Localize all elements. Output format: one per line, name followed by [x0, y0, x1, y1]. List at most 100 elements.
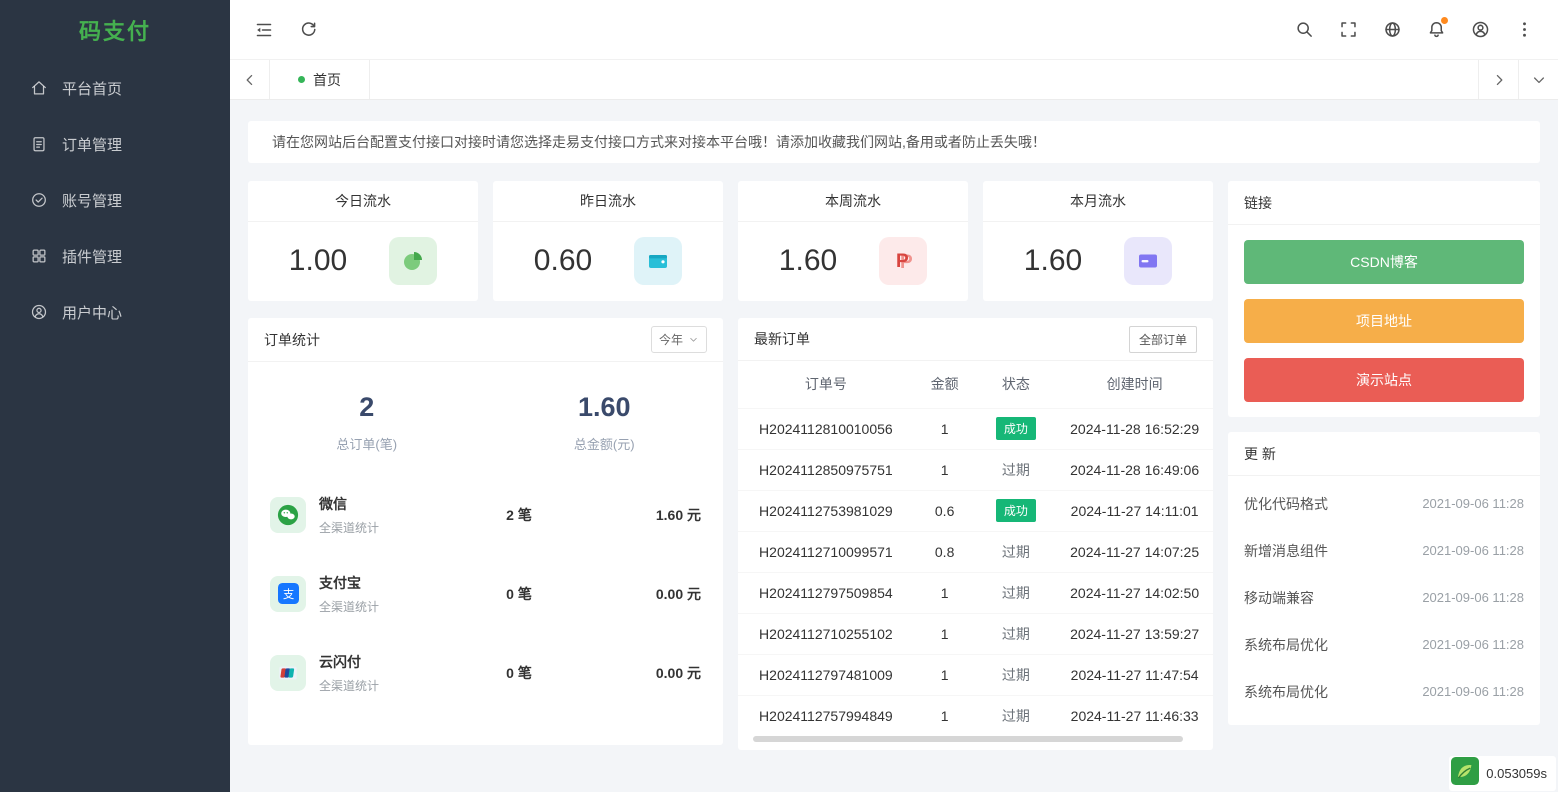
status-badge: 成功: [996, 499, 1036, 522]
year-filter-select[interactable]: 今年: [651, 326, 707, 353]
tabbar-spacer: [370, 60, 1478, 99]
channel-amount: 0.00 元: [609, 663, 701, 683]
sidebar-item-user-center[interactable]: 用户中心: [0, 284, 230, 340]
table-row[interactable]: H2024112710255102 1 过期 2024-11-27 13:59:…: [738, 613, 1213, 654]
more-icon[interactable]: [1502, 8, 1546, 52]
pie-chart-icon: [389, 237, 437, 285]
stat-card-yesterday: 昨日流水 0.60: [493, 181, 723, 301]
updates-list: 优化代码格式 2021-09-06 11:28 新增消息组件 2021-09-0…: [1228, 476, 1540, 725]
order-icon: [30, 135, 48, 153]
panel-title: 订单统计: [264, 330, 320, 350]
update-date: 2021-09-06 11:28: [1422, 496, 1524, 511]
sidebar-item-label: 账号管理: [62, 190, 122, 211]
column-header: 创建时间: [1056, 361, 1213, 408]
tab-home[interactable]: 首页: [270, 60, 370, 99]
alipay-icon: 支: [270, 576, 306, 612]
table-row[interactable]: H2024112797481009 1 过期 2024-11-27 11:47:…: [738, 654, 1213, 695]
channel-row-unionpay: 云闪付 全渠道统计 0 笔 0.00 元: [270, 633, 701, 712]
unionpay-icon: [270, 655, 306, 691]
tabs-menu-chevron-down-icon[interactable]: [1518, 60, 1558, 99]
channel-row-alipay: 支 支付宝 全渠道统计 0 笔 0.00 元: [270, 554, 701, 633]
all-orders-button[interactable]: 全部订单: [1129, 326, 1197, 353]
chevron-down-icon: [688, 334, 699, 345]
bank-card-icon: [1124, 237, 1172, 285]
total-orders-value: 2: [248, 392, 486, 423]
update-label: 优化代码格式: [1244, 494, 1328, 514]
order-time: 2024-11-28 16:52:29: [1056, 408, 1213, 449]
render-timer: 0.053059s: [1449, 756, 1556, 791]
channel-count: 0 笔: [429, 584, 609, 604]
update-label: 移动端兼容: [1244, 588, 1314, 608]
app-logo: 码支付: [0, 0, 230, 60]
leaf-logo-icon: [1451, 757, 1479, 790]
order-amount: 0.8: [914, 531, 976, 572]
order-id: H2024112797481009: [738, 654, 914, 695]
list-item: 系统布局优化 2021-09-06 11:28: [1244, 621, 1524, 668]
user-icon[interactable]: [1458, 8, 1502, 52]
refresh-icon[interactable]: [286, 8, 330, 52]
panel-title: 更 新: [1244, 444, 1276, 464]
language-globe-icon[interactable]: [1370, 8, 1414, 52]
order-status: 成功: [976, 408, 1057, 449]
table-row[interactable]: H2024112710099571 0.8 过期 2024-11-27 14:0…: [738, 531, 1213, 572]
topbar: [230, 0, 1558, 60]
order-id: H2024112850975751: [738, 449, 914, 490]
orders-tbody: H2024112810010056 1 成功 2024-11-28 16:52:…: [738, 408, 1213, 736]
tabs-scroll-left-icon[interactable]: [230, 60, 270, 99]
sidebar-menu: 平台首页 订单管理 账号管理 插件管理 用户中心: [0, 60, 230, 340]
demo-site-button[interactable]: 演示站点: [1244, 358, 1524, 402]
stat-title: 本周流水: [738, 181, 968, 222]
wallet-icon: [634, 237, 682, 285]
stat-value: 1.60: [779, 244, 837, 278]
orders-table: 订单号 金额 状态 创建时间 H2024112810010056: [738, 361, 1213, 736]
order-id: H2024112710255102: [738, 613, 914, 654]
sidebar-item-label: 订单管理: [62, 134, 122, 155]
channel-subtitle: 全渠道统计: [319, 598, 429, 615]
updates-panel: 更 新 优化代码格式 2021-09-06 11:28 新增消息组件 2021-…: [1228, 432, 1540, 725]
fullscreen-icon[interactable]: [1326, 8, 1370, 52]
tabs-scroll-right-icon[interactable]: [1478, 60, 1518, 99]
project-url-button[interactable]: 项目地址: [1244, 299, 1524, 343]
list-item: 新增消息组件 2021-09-06 11:28: [1244, 527, 1524, 574]
update-label: 系统布局优化: [1244, 682, 1328, 702]
channel-list: 微信 全渠道统计 2 笔 1.60 元 支: [248, 461, 723, 712]
order-time: 2024-11-28 16:49:06: [1056, 449, 1213, 490]
order-id: H2024112753981029: [738, 490, 914, 531]
order-status: 过期: [976, 654, 1057, 695]
tab-active-dot: [298, 76, 305, 83]
sidebar-item-plugins[interactable]: 插件管理: [0, 228, 230, 284]
stats-row: 今日流水 1.00 昨日流水 0.60: [248, 181, 1213, 301]
stat-value: 1.00: [289, 244, 347, 278]
table-row[interactable]: H2024112797509854 1 过期 2024-11-27 14:02:…: [738, 572, 1213, 613]
status-badge: 过期: [1002, 583, 1030, 603]
stat-value: 1.60: [1024, 244, 1082, 278]
stat-title: 今日流水: [248, 181, 478, 222]
order-time: 2024-11-27 13:59:27: [1056, 613, 1213, 654]
paypal-icon: PP: [879, 237, 927, 285]
update-date: 2021-09-06 11:28: [1422, 637, 1524, 652]
notification-bell-icon[interactable]: [1414, 8, 1458, 52]
table-row[interactable]: H2024112810010056 1 成功 2024-11-28 16:52:…: [738, 408, 1213, 449]
order-amount: 1: [914, 572, 976, 613]
sidebar-item-orders[interactable]: 订单管理: [0, 116, 230, 172]
sidebar-item-home[interactable]: 平台首页: [0, 60, 230, 116]
table-row[interactable]: H2024112757994849 1 过期 2024-11-27 11:46:…: [738, 695, 1213, 736]
table-row[interactable]: H2024112753981029 0.6 成功 2024-11-27 14:1…: [738, 490, 1213, 531]
search-icon[interactable]: [1282, 8, 1326, 52]
csdn-blog-button[interactable]: CSDN博客: [1244, 240, 1524, 284]
horizontal-scrollbar[interactable]: [753, 736, 1183, 742]
table-row[interactable]: H2024112850975751 1 过期 2024-11-28 16:49:…: [738, 449, 1213, 490]
sidebar-item-accounts[interactable]: 账号管理: [0, 172, 230, 228]
user-center-icon: [30, 303, 48, 321]
status-badge: 过期: [1002, 706, 1030, 726]
collapse-menu-icon[interactable]: [242, 8, 286, 52]
channel-amount: 1.60 元: [609, 505, 701, 525]
order-amount: 1: [914, 408, 976, 449]
stat-card-week: 本周流水 1.60 PP: [738, 181, 968, 301]
order-time: 2024-11-27 11:46:33: [1056, 695, 1213, 736]
column-header: 订单号: [738, 361, 914, 408]
content: 请在您网站后台配置支付接口对接时请您选择走易支付接口方式来对接本平台哦！请添加收…: [230, 100, 1558, 792]
channel-subtitle: 全渠道统计: [319, 677, 429, 694]
order-amount: 1: [914, 654, 976, 695]
order-status: 过期: [976, 449, 1057, 490]
